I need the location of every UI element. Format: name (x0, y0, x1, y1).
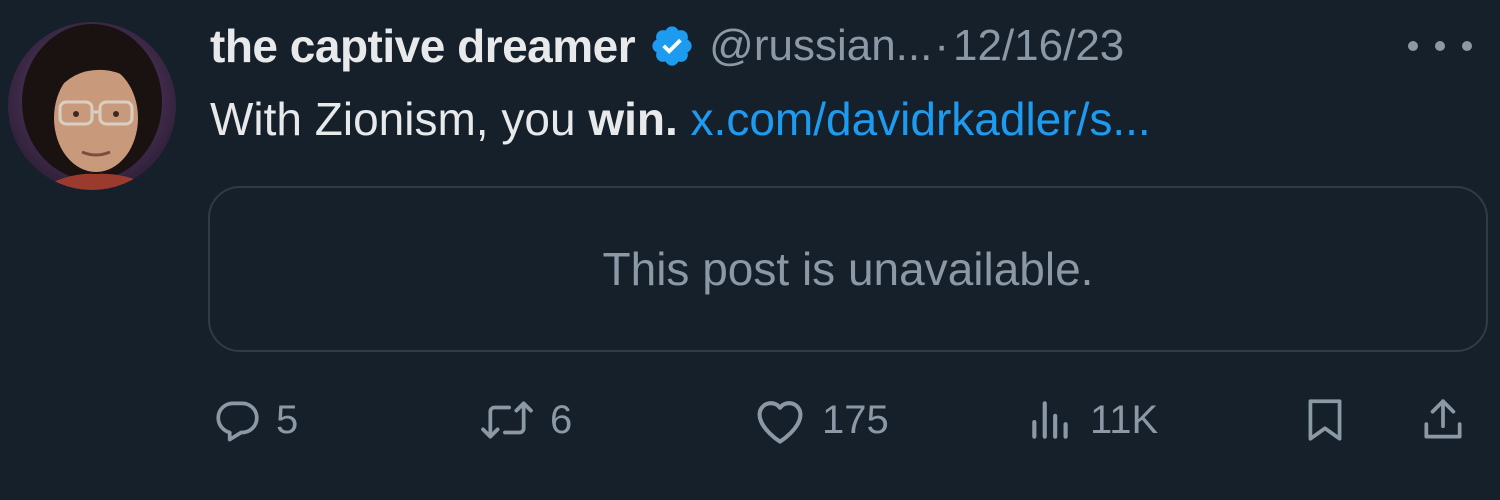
like-icon (757, 401, 803, 444)
retweet-count: 6 (550, 397, 573, 442)
tweet-text: With Zionism, you win. x.com/davidrkadle… (210, 92, 1151, 146)
share-icon (1424, 399, 1462, 439)
retweet-icon (481, 401, 533, 439)
tweet-header: the captive dreamer @russian... · 12/16/… (210, 14, 1124, 78)
bookmark-button[interactable] (1300, 390, 1350, 450)
reply-button[interactable]: 5 (212, 390, 298, 450)
reply-icon (216, 401, 259, 442)
display-name[interactable]: the captive dreamer (210, 19, 636, 73)
retweet-button[interactable]: 6 (478, 390, 572, 450)
more-dot (1408, 41, 1418, 51)
share-button[interactable] (1418, 390, 1468, 450)
tweet-text-plain: With Zionism, you (210, 93, 589, 145)
like-count: 175 (822, 397, 889, 442)
views-count: 11K (1090, 397, 1159, 442)
avatar-photo (8, 22, 176, 190)
post-date[interactable]: 12/16/23 (953, 21, 1124, 71)
more-dot (1462, 41, 1472, 51)
action-bar: 5 6 175 11K (0, 390, 1500, 450)
unavailable-message: This post is unavailable. (602, 243, 1094, 295)
tweet-link[interactable]: x.com/davidrkadler/s... (691, 93, 1151, 145)
verified-badge-icon (649, 23, 695, 69)
bookmark-icon (1308, 399, 1342, 441)
avatar[interactable] (8, 22, 176, 190)
reply-count: 5 (276, 397, 299, 442)
user-handle[interactable]: @russian... (709, 21, 932, 71)
views-button[interactable]: 11K (1026, 390, 1158, 450)
more-dot (1435, 41, 1445, 51)
more-options-icon[interactable] (1408, 30, 1472, 62)
like-button[interactable]: 175 (752, 390, 889, 450)
separator-dot: · (934, 21, 949, 70)
tweet-text-bold: win. (588, 93, 678, 145)
views-icon (1032, 401, 1068, 439)
quoted-post-box: This post is unavailable. (208, 186, 1488, 352)
